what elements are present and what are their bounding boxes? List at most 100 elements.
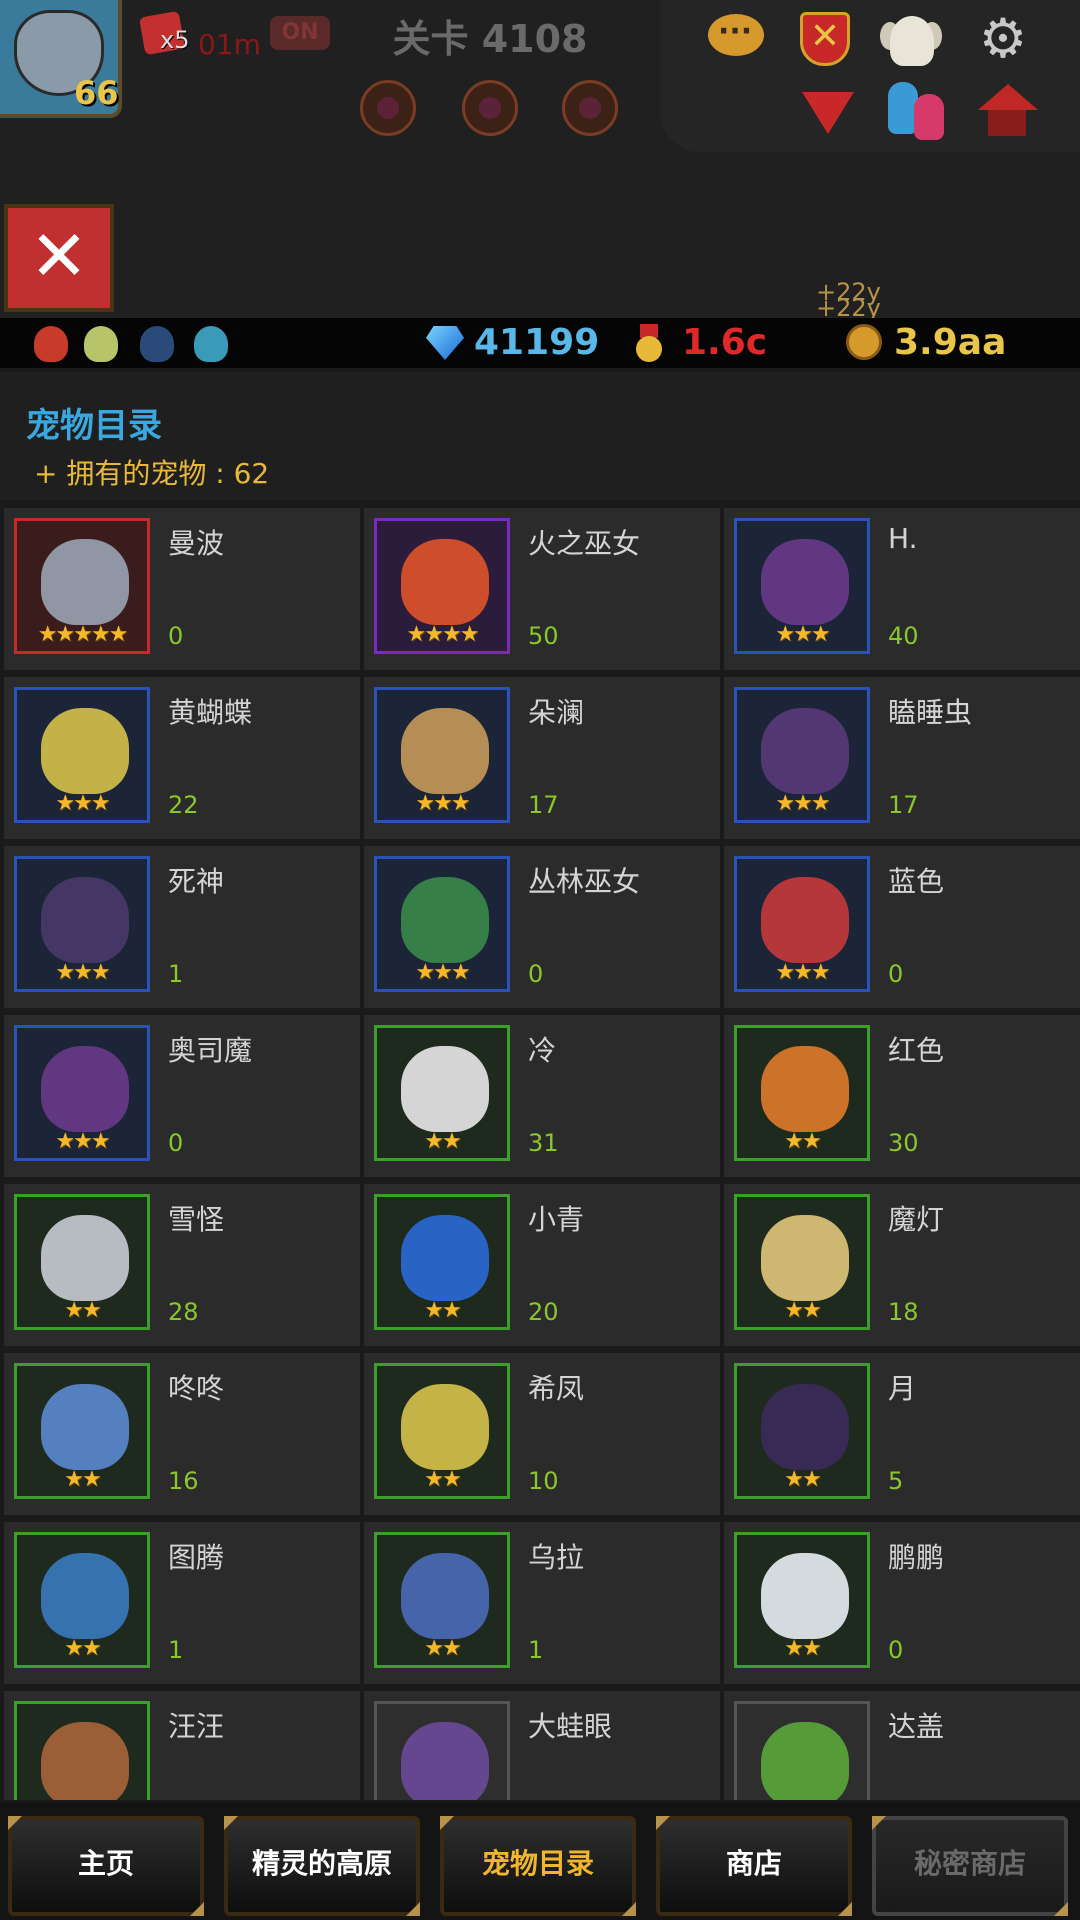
nav-highland-button[interactable]: 精灵的高原 bbox=[224, 1816, 420, 1916]
pet-card[interactable]: ★★ 鹏鹏 0 bbox=[724, 1522, 1080, 1684]
pet-image bbox=[401, 1046, 489, 1132]
pet-count: 0 bbox=[888, 1636, 904, 1664]
pet-count: 0 bbox=[168, 1129, 184, 1157]
pet-card[interactable]: ★★ 雪怪 28 bbox=[4, 1184, 360, 1346]
pet-image bbox=[401, 708, 489, 794]
pet-card[interactable]: ★★ 咚咚 16 bbox=[4, 1353, 360, 1515]
pet-image bbox=[41, 1384, 129, 1470]
pet-name: 死神 bbox=[168, 865, 225, 898]
pet-image bbox=[761, 1553, 849, 1639]
pet-image bbox=[401, 539, 489, 625]
pet-name: 冷 bbox=[528, 1034, 557, 1067]
pet-portrait: ★★ bbox=[14, 1363, 150, 1499]
star-rating-icon: ★★★★ bbox=[406, 622, 480, 647]
owned-pets-count: + 拥有的宠物 : 62 bbox=[34, 457, 270, 490]
pet-count: 30 bbox=[888, 1129, 919, 1157]
pet-card[interactable]: ★★ 图腾 1 bbox=[4, 1522, 360, 1684]
pet-portrait: ★★★ bbox=[14, 856, 150, 992]
angel-icon[interactable] bbox=[880, 8, 942, 70]
bottom-nav: 主页 精灵的高原 宠物目录 商店 秘密商店 bbox=[0, 1802, 1080, 1920]
pet-card[interactable]: ★★★ 死神 1 bbox=[4, 846, 360, 1008]
pet-name: 汪汪 bbox=[168, 1710, 225, 1743]
pet-card[interactable]: 大蛙眼 bbox=[364, 1691, 720, 1800]
pet-card[interactable]: ★★ 乌拉 1 bbox=[364, 1522, 720, 1684]
pet-count: 0 bbox=[528, 960, 544, 988]
pet-card[interactable]: ★★ 月 5 bbox=[724, 1353, 1080, 1515]
page-title: 宠物目录 bbox=[26, 406, 162, 446]
hero-avatar-icon[interactable] bbox=[34, 326, 68, 362]
star-rating-icon: ★★★ bbox=[55, 960, 110, 985]
pet-card[interactable]: 达盖 bbox=[724, 1691, 1080, 1800]
pet-card[interactable]: ★★★ 奥司魔 0 bbox=[4, 1015, 360, 1177]
pet-name: 大蛙眼 bbox=[528, 1710, 613, 1743]
gold-coin-icon bbox=[846, 324, 882, 360]
nav-home-button[interactable]: 主页 bbox=[8, 1816, 204, 1916]
pet-image bbox=[41, 1215, 129, 1301]
house-icon[interactable] bbox=[976, 78, 1038, 140]
pet-card[interactable]: ★★★★★ 曼波 0 bbox=[4, 508, 360, 670]
pet-portrait: ★★ bbox=[14, 1194, 150, 1330]
medal-icon bbox=[634, 324, 664, 362]
pet-card[interactable]: ★★★ H. 40 bbox=[724, 508, 1080, 670]
pet-name: 月 bbox=[888, 1372, 917, 1405]
hero-avatar-icon[interactable] bbox=[194, 326, 228, 362]
pet-card[interactable]: ★★ 冷 31 bbox=[364, 1015, 720, 1177]
pet-card[interactable]: ★★★ 瞌睡虫 17 bbox=[724, 677, 1080, 839]
pet-image bbox=[401, 1553, 489, 1639]
pet-portrait: ★★★ bbox=[14, 1025, 150, 1161]
pet-card[interactable]: 汪汪 bbox=[4, 1691, 360, 1800]
pet-card[interactable]: ★★★ 蓝色 0 bbox=[724, 846, 1080, 1008]
hero-avatar-icon[interactable] bbox=[140, 326, 174, 362]
pet-portrait: ★★ bbox=[734, 1532, 870, 1668]
pet-card[interactable]: ★★★ 丛林巫女 0 bbox=[364, 846, 720, 1008]
pet-image bbox=[41, 539, 129, 625]
hero-avatar-icon[interactable] bbox=[84, 326, 118, 362]
pet-image bbox=[401, 1384, 489, 1470]
pet-card[interactable]: ★★ 希凤 10 bbox=[364, 1353, 720, 1515]
pet-image bbox=[401, 1215, 489, 1301]
stage-progress-icon bbox=[562, 80, 618, 136]
pet-portrait: ★★★ bbox=[734, 856, 870, 992]
pet-image bbox=[761, 539, 849, 625]
pet-card[interactable]: ★★★★ 火之巫女 50 bbox=[364, 508, 720, 670]
star-rating-icon: ★★ bbox=[784, 1467, 821, 1492]
stage-progress-icon bbox=[462, 80, 518, 136]
nav-shop-button[interactable]: 商店 bbox=[656, 1816, 852, 1916]
gear-icon[interactable]: ⚙ bbox=[972, 8, 1034, 70]
pet-card[interactable]: ★★★ 黄蝴蝶 22 bbox=[4, 677, 360, 839]
pet-portrait: ★★★ bbox=[374, 856, 510, 992]
pet-name: 雪怪 bbox=[168, 1203, 225, 1236]
pet-name: 达盖 bbox=[888, 1710, 945, 1743]
pet-count: 0 bbox=[168, 622, 184, 650]
pet-name: 鹏鹏 bbox=[888, 1541, 945, 1574]
gem-count: 41199 bbox=[474, 322, 600, 363]
pet-portrait: ★★★★ bbox=[374, 518, 510, 654]
pet-count: 1 bbox=[168, 960, 184, 988]
nav-secret-shop-button[interactable]: 秘密商店 bbox=[872, 1816, 1068, 1916]
pet-name: 希凤 bbox=[528, 1372, 585, 1405]
pet-count: 50 bbox=[528, 622, 559, 650]
gold-count: 3.9aa bbox=[894, 322, 1007, 363]
battle-shield-icon[interactable]: ✕ bbox=[794, 8, 856, 70]
player-level: 66 bbox=[74, 74, 119, 112]
star-rating-icon: ★★ bbox=[424, 1129, 461, 1154]
dropdown-arrow-icon[interactable] bbox=[796, 82, 858, 144]
pet-name: 图腾 bbox=[168, 1541, 225, 1574]
pet-card[interactable]: ★★★ 朵澜 17 bbox=[364, 677, 720, 839]
pet-count: 20 bbox=[528, 1298, 559, 1326]
pet-count: 22 bbox=[168, 791, 199, 819]
star-rating-icon: ★★ bbox=[64, 1636, 101, 1661]
pet-portrait: ★★★ bbox=[734, 687, 870, 823]
chat-icon[interactable] bbox=[706, 8, 768, 70]
pet-count: 5 bbox=[888, 1467, 904, 1495]
friends-icon[interactable] bbox=[884, 78, 946, 140]
pet-card[interactable]: ★★ 魔灯 18 bbox=[724, 1184, 1080, 1346]
pet-card[interactable]: ★★ 小青 20 bbox=[364, 1184, 720, 1346]
pet-name: 红色 bbox=[888, 1034, 945, 1067]
pet-image bbox=[761, 1046, 849, 1132]
pet-card[interactable]: ★★ 红色 30 bbox=[724, 1015, 1080, 1177]
star-rating-icon: ★★ bbox=[424, 1636, 461, 1661]
close-button[interactable]: ✕ bbox=[4, 204, 114, 312]
nav-pet-catalog-button[interactable]: 宠物目录 bbox=[440, 1816, 636, 1916]
star-rating-icon: ★★ bbox=[424, 1298, 461, 1323]
